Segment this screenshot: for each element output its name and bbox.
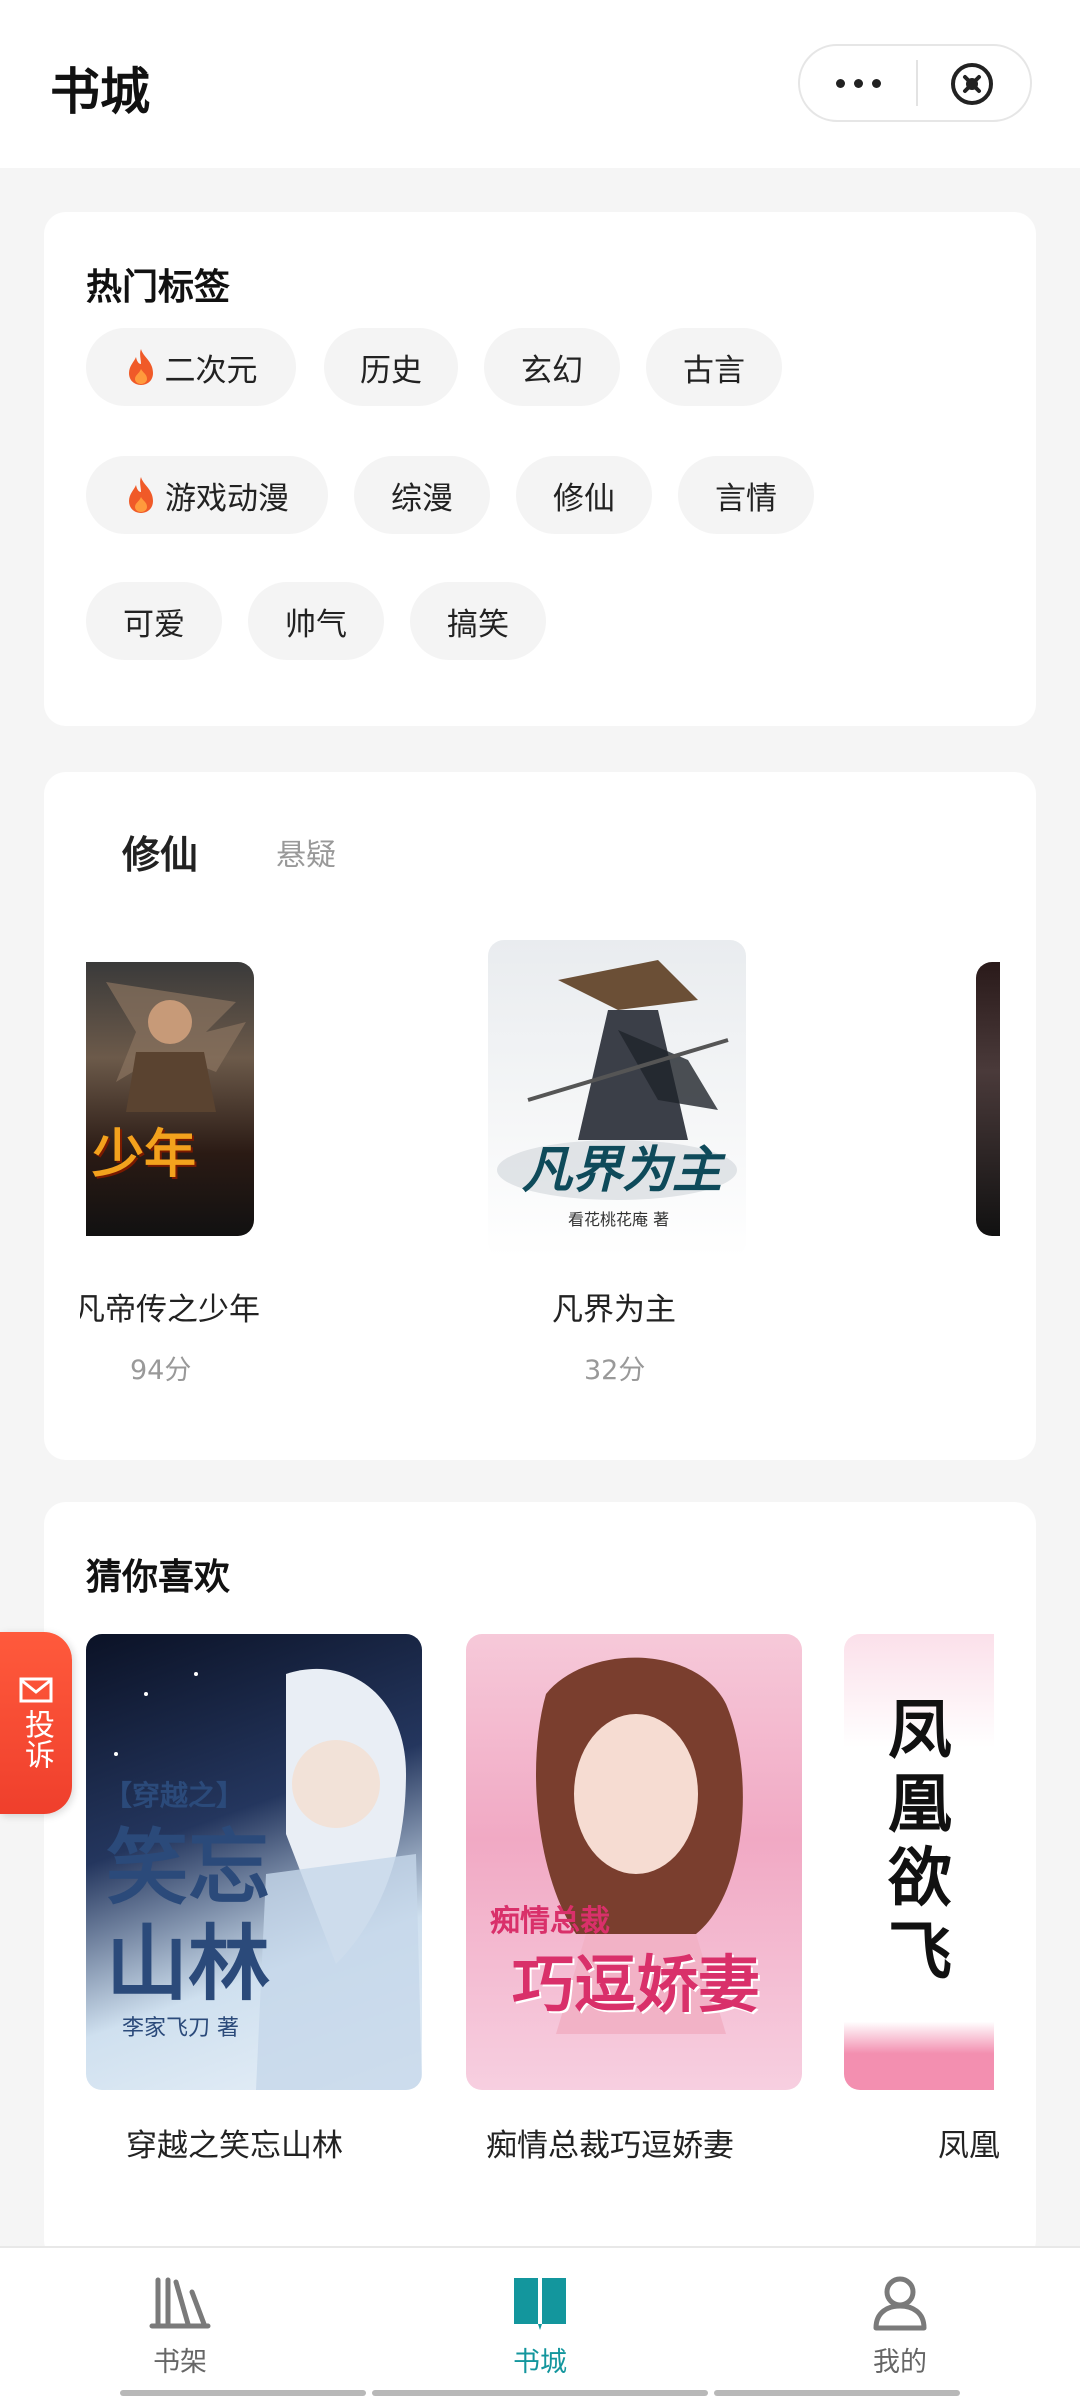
book-cover[interactable] <box>976 962 1000 1236</box>
nav-label: 我的 <box>873 2347 927 2378</box>
tab-xuanyi[interactable]: 悬疑 <box>276 830 336 874</box>
open-book-icon <box>514 2278 566 2330</box>
book-cover[interactable]: 凡界为主 看花桃花庵 著 <box>488 940 746 1258</box>
recommend-card: 猜你喜欢 【穿越之】 笑忘山林 李家飞刀 著 穿越之笑忘山林 痴情总裁 巧逗娇妻… <box>44 1502 1036 2262</box>
nav-bookstore[interactable]: 书城 <box>460 2272 620 2379</box>
cover-tag: 【穿越之】 <box>104 1779 245 1812</box>
nav-mine[interactable]: 我的 <box>820 2272 980 2379</box>
tag-game-anime[interactable]: 游戏动漫 <box>86 456 328 534</box>
recommend-title: 猜你喜欢 <box>86 1557 231 1598</box>
tag-funny[interactable]: 搞笑 <box>410 582 546 660</box>
tag-label: 游戏动漫 <box>165 480 289 517</box>
tag-history[interactable]: 历史 <box>324 328 458 406</box>
home-indicator <box>120 2390 366 2396</box>
cover-caption: 巧逗娇妻 <box>512 1948 761 2021</box>
warrior-illustration <box>106 982 246 1112</box>
category-card: 修仙 悬疑 少年 凡帝传之少年 94分 凡界为主 看花桃花庵 著 凡界为主 32… <box>44 772 1036 1460</box>
book-score: 32分 <box>584 1355 646 1386</box>
nav-label: 书架 <box>153 2347 207 2378</box>
home-indicator <box>714 2390 960 2396</box>
book-cover[interactable]: 【穿越之】 笑忘山林 李家飞刀 著 <box>86 1634 422 2090</box>
cover-caption: 少年 <box>92 1124 197 1185</box>
tag-xuanhuan[interactable]: 玄幻 <box>484 328 620 406</box>
book-score: 94分 <box>130 1355 192 1386</box>
tag-label: 修仙 <box>553 480 615 517</box>
nav-bookshelf[interactable]: 书架 <box>100 2272 260 2379</box>
more-dot-icon <box>853 78 863 88</box>
tag-xiuxian[interactable]: 修仙 <box>516 456 652 534</box>
cover-caption: 笑忘山林 <box>106 1820 271 2012</box>
tag-label: 综漫 <box>391 480 453 517</box>
tag-label: 二次元 <box>164 352 258 389</box>
top-bar: 书城 <box>0 0 1080 168</box>
user-icon <box>873 2276 927 2331</box>
complain-button[interactable]: 投诉 <box>0 1632 72 1814</box>
complain-label: 投诉 <box>19 1709 54 1769</box>
cover-author: 李家飞刀 著 <box>122 2016 239 2041</box>
book-title[interactable]: 穿越之笑忘山林 <box>126 2120 343 2165</box>
tag-zongman[interactable]: 综漫 <box>354 456 490 534</box>
cover-author: 看花桃花庵 著 <box>568 1210 670 1229</box>
tag-label: 玄幻 <box>521 352 583 389</box>
tag-handsome[interactable]: 帅气 <box>248 582 384 660</box>
tag-cute[interactable]: 可爱 <box>86 582 222 660</box>
close-circle-icon[interactable] <box>948 60 996 108</box>
book-cover[interactable]: 凤凰欲飞 <box>844 1634 994 2090</box>
fire-icon <box>128 349 153 385</box>
mail-icon <box>19 1677 53 1703</box>
hot-tags-title: 热门标签 <box>86 267 231 308</box>
hot-tags-card: 热门标签 二次元 历史 玄幻 古言 游戏动漫 综漫 修仙 言情 可爱 帅气 搞笑 <box>44 212 1036 726</box>
more-menu-button[interactable] <box>800 46 916 120</box>
tab-xiuxian[interactable]: 修仙 <box>122 824 198 879</box>
tag-label: 可爱 <box>123 606 185 643</box>
more-dot-icon <box>871 78 881 88</box>
home-indicator <box>372 2390 708 2396</box>
book-cover[interactable]: 痴情总裁 巧逗娇妻 <box>466 1634 802 2090</box>
book-title[interactable]: 凡帝传之少年 <box>80 1284 260 1329</box>
cover-caption: 凤凰欲飞 <box>888 1693 952 1990</box>
tag-label: 搞笑 <box>447 606 509 643</box>
fire-icon <box>129 477 153 513</box>
bottom-navigation: 书架 书城 我的 <box>0 2246 1080 2400</box>
tag-label: 帅气 <box>285 606 347 643</box>
tag-erciyuan[interactable]: 二次元 <box>86 328 296 406</box>
book-cover[interactable]: 少年 <box>86 962 254 1236</box>
book-title[interactable]: 凤凰欲飞 <box>938 2120 1000 2165</box>
tag-guyan[interactable]: 古言 <box>646 328 782 406</box>
tag-label: 历史 <box>360 352 422 389</box>
tag-yanqing[interactable]: 言情 <box>678 456 814 534</box>
tag-label: 古言 <box>683 352 745 389</box>
capsule-divider <box>916 60 918 106</box>
book-title[interactable]: 凡界为主 <box>552 1284 676 1329</box>
bookshelf-icon <box>149 2277 211 2329</box>
page-title: 书城 <box>50 63 150 121</box>
tag-label: 言情 <box>715 480 777 517</box>
cover-caption: 凡界为主 <box>522 1140 722 1199</box>
more-dot-icon <box>835 78 845 88</box>
book-title[interactable]: 痴情总裁巧逗娇妻 <box>486 2120 734 2165</box>
mini-program-capsule <box>798 44 1032 122</box>
nav-label: 书城 <box>513 2347 567 2378</box>
